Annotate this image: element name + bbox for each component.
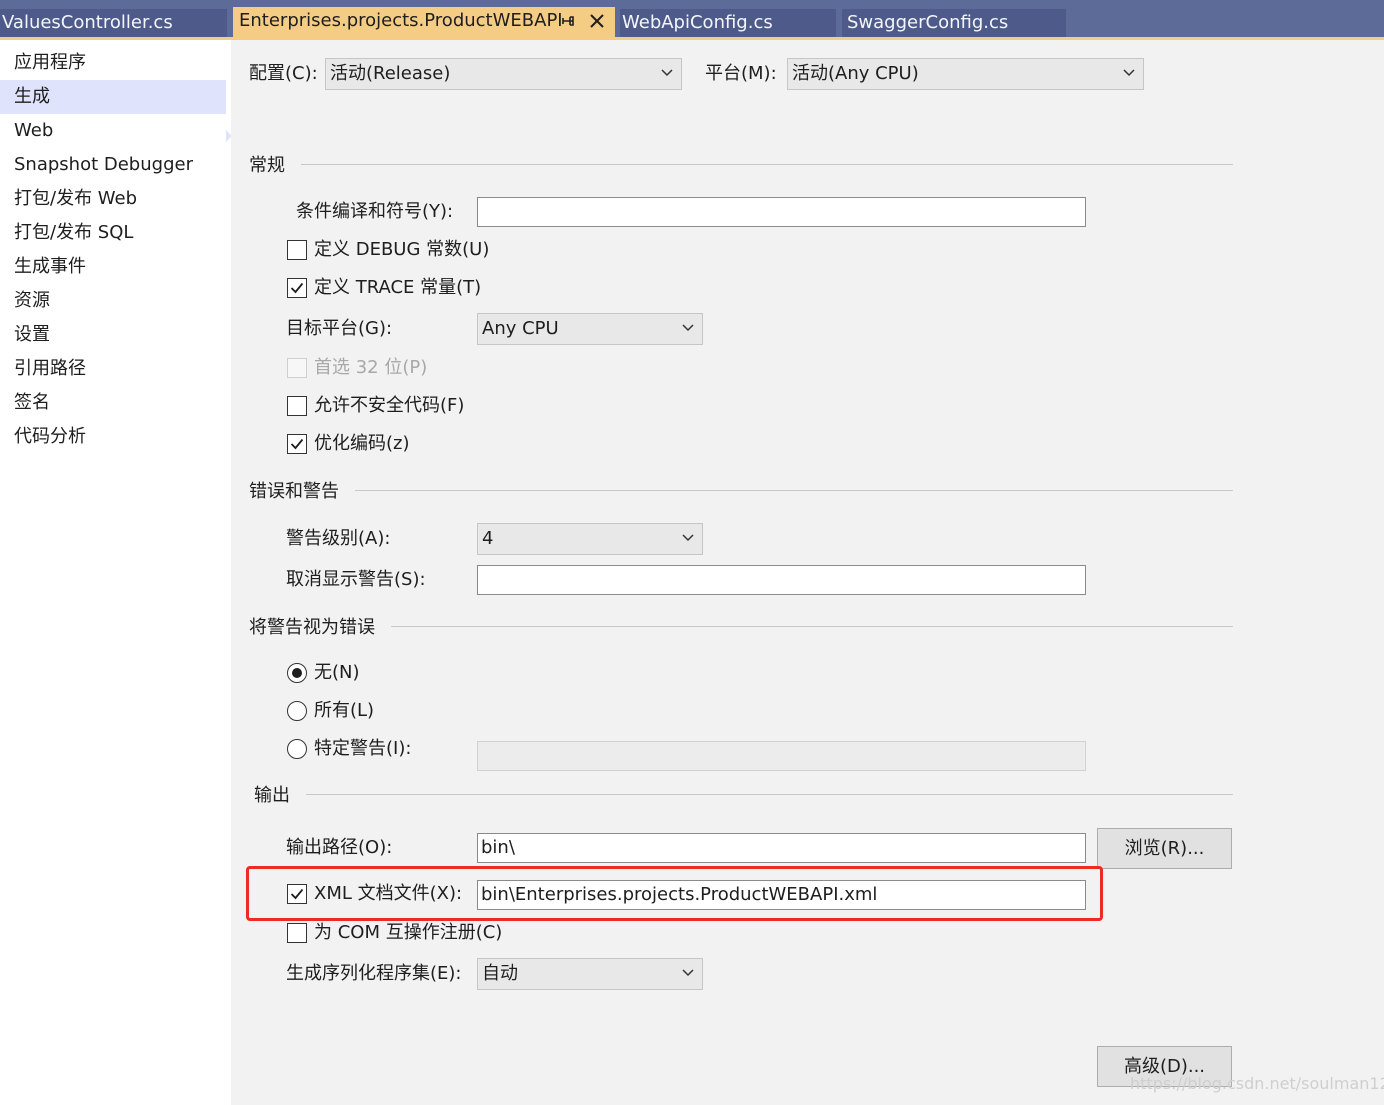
close-icon[interactable] — [588, 12, 606, 30]
tab-swagger-config[interactable]: SwaggerConfig.cs — [842, 9, 1066, 37]
treat-all-radio[interactable] — [287, 701, 307, 721]
property-pages-sidebar: 应用程序 生成 Web Snapshot Debugger 打包/发布 Web … — [0, 40, 232, 1105]
suppress-warnings-label: 取消显示警告(S): — [286, 569, 426, 590]
output-path-label: 输出路径(O): — [286, 837, 393, 858]
radio-selected-dot — [292, 668, 302, 678]
sidebar-item-build-events[interactable]: 生成事件 — [0, 250, 226, 284]
allow-unsafe-label: 允许不安全代码(F) — [314, 395, 465, 416]
suppress-warnings-input[interactable] — [477, 565, 1086, 595]
watermark-text: https://blog.csdn.net/soulman1234 — [1130, 1074, 1384, 1093]
register-com-checkbox[interactable] — [287, 923, 307, 943]
sidebar-item-web[interactable]: Web — [0, 114, 226, 148]
platform-label: 平台(M): — [705, 63, 777, 84]
warning-level-dropdown[interactable]: 4 — [477, 523, 703, 555]
target-platform-label: 目标平台(G): — [286, 318, 393, 339]
checkmark-icon — [290, 438, 304, 450]
highlight-annotation — [246, 866, 1103, 921]
specific-warnings-input — [477, 741, 1086, 771]
prefer-32bit-label: 首选 32 位(P) — [314, 357, 428, 378]
tab-label: SwaggerConfig.cs — [847, 12, 1009, 33]
target-platform-dropdown[interactable]: Any CPU — [477, 313, 703, 345]
treat-specific-radio[interactable] — [287, 739, 307, 759]
section-divider — [355, 490, 1233, 491]
serialization-assembly-label: 生成序列化程序集(E): — [286, 963, 462, 984]
treat-all-label: 所有(L) — [314, 700, 375, 721]
serialization-assembly-dropdown[interactable]: 自动 — [477, 958, 703, 990]
section-divider — [301, 164, 1233, 165]
chevron-down-icon — [682, 534, 694, 542]
document-tab-bar: ValuesController.cs Enterprises.projects… — [0, 0, 1384, 40]
chevron-down-icon — [1123, 69, 1135, 77]
config-value: 活动(Release) — [330, 63, 451, 84]
allow-unsafe-checkbox[interactable] — [287, 396, 307, 416]
warning-level-value: 4 — [482, 528, 494, 549]
treat-specific-label: 特定警告(I): — [314, 738, 412, 759]
platform-dropdown[interactable]: 活动(Any CPU) — [787, 58, 1144, 90]
section-heading-output: 输出 — [254, 785, 290, 806]
section-heading-errors-warnings: 错误和警告 — [249, 481, 339, 502]
section-heading-general: 常规 — [249, 155, 285, 176]
sidebar-item-package-sql[interactable]: 打包/发布 SQL — [0, 216, 226, 250]
define-debug-label: 定义 DEBUG 常数(U) — [314, 239, 490, 260]
warning-level-label: 警告级别(A): — [286, 528, 391, 549]
define-debug-checkbox[interactable] — [287, 240, 307, 260]
section-divider — [391, 626, 1233, 627]
sidebar-item-snapshot-debugger[interactable]: Snapshot Debugger — [0, 148, 226, 182]
tab-label: WebApiConfig.cs — [622, 12, 773, 33]
treat-none-radio[interactable] — [287, 663, 307, 683]
section-heading-treat-warnings: 将警告视为错误 — [249, 617, 375, 638]
chevron-down-icon — [661, 69, 673, 77]
prefer-32bit-checkbox — [287, 358, 307, 378]
pin-icon[interactable] — [561, 14, 575, 28]
tab-label: Enterprises.projects.ProductWEBAPI — [239, 10, 563, 31]
conditional-symbols-input[interactable] — [477, 197, 1086, 227]
sidebar-item-signing[interactable]: 签名 — [0, 386, 226, 420]
platform-value: 活动(Any CPU) — [792, 63, 919, 84]
sidebar-item-application[interactable]: 应用程序 — [0, 46, 226, 80]
chevron-down-icon — [682, 969, 694, 977]
tab-values-controller[interactable]: ValuesController.cs — [0, 9, 227, 37]
config-dropdown[interactable]: 活动(Release) — [325, 58, 682, 90]
sidebar-item-settings[interactable]: 设置 — [0, 318, 226, 352]
build-properties-panel: 配置(C): 活动(Release) 平台(M): 活动(Any CPU) 常规… — [231, 40, 1384, 1105]
tab-label: ValuesController.cs — [2, 12, 173, 33]
browse-button[interactable]: 浏览(R)... — [1097, 828, 1232, 869]
define-trace-label: 定义 TRACE 常量(T) — [314, 277, 482, 298]
serialization-assembly-value: 自动 — [482, 963, 518, 984]
chevron-down-icon — [682, 324, 694, 332]
sidebar-item-build[interactable]: 生成 — [0, 80, 226, 114]
config-label: 配置(C): — [249, 63, 318, 84]
optimize-code-checkbox[interactable] — [287, 434, 307, 454]
sidebar-item-reference-paths[interactable]: 引用路径 — [0, 352, 226, 386]
register-com-label: 为 COM 互操作注册(C) — [314, 922, 503, 943]
output-path-input[interactable]: bin\ — [477, 833, 1086, 863]
conditional-symbols-label: 条件编译和符号(Y): — [296, 201, 454, 222]
treat-none-label: 无(N) — [314, 662, 360, 683]
sidebar-item-package-web[interactable]: 打包/发布 Web — [0, 182, 226, 216]
optimize-code-label: 优化编码(z) — [314, 433, 410, 454]
define-trace-checkbox[interactable] — [287, 278, 307, 298]
tab-webapi-config[interactable]: WebApiConfig.cs — [620, 9, 836, 37]
checkmark-icon — [290, 282, 304, 294]
sidebar-item-resources[interactable]: 资源 — [0, 284, 226, 318]
tab-enterprises-project[interactable]: Enterprises.projects.ProductWEBAPI — [233, 7, 615, 38]
section-divider — [306, 794, 1233, 795]
sidebar-item-code-analysis[interactable]: 代码分析 — [0, 420, 226, 454]
target-platform-value: Any CPU — [482, 318, 559, 339]
